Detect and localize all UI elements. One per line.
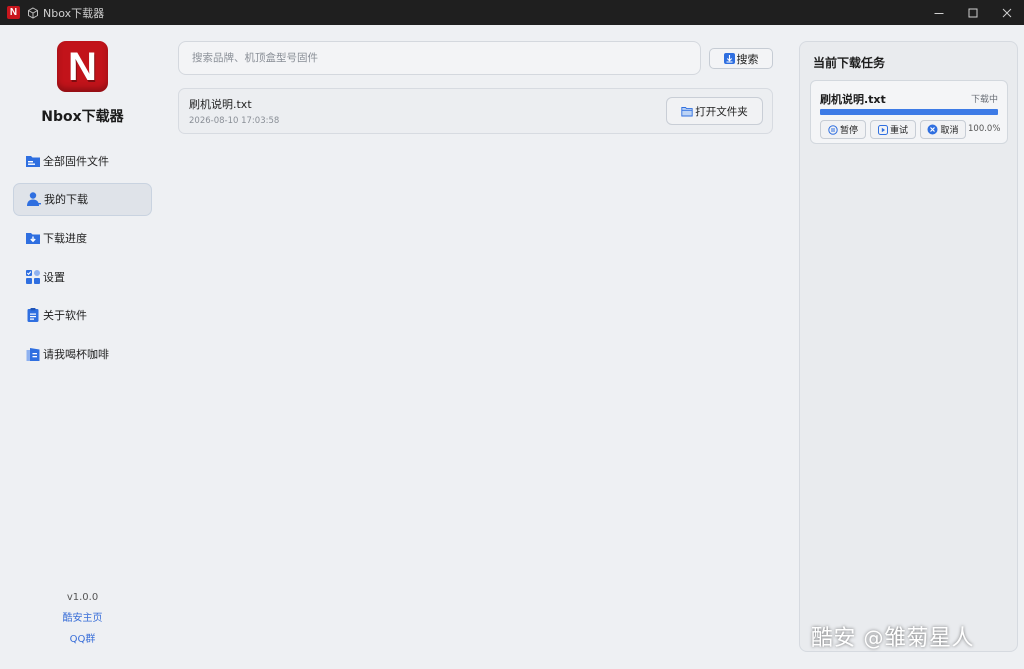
retry-label: 重试 bbox=[889, 126, 908, 136]
progress-fill bbox=[820, 109, 998, 115]
sidebar-item-label: 请我喝杯咖啡 bbox=[43, 347, 109, 361]
play-icon bbox=[877, 124, 888, 135]
search-input[interactable] bbox=[192, 52, 700, 64]
app-icon: N bbox=[7, 6, 20, 19]
download-task-panel: 当前下载任务 刷机说明.txt 下载中 暂停 重试 取消 100.0% bbox=[799, 41, 1018, 652]
open-folder-button[interactable]: 打开文件夹 bbox=[666, 97, 763, 125]
window-controls bbox=[922, 0, 1024, 25]
sidebar-footer: v1.0.0 酷安主页 QQ群 bbox=[0, 591, 165, 654]
maximize-icon bbox=[968, 8, 978, 17]
window-title: Nbox下载器 bbox=[43, 6, 105, 20]
watermark-at: @ bbox=[863, 626, 885, 650]
coolapk-link[interactable]: 酷安主页 bbox=[0, 612, 165, 633]
minimize-button[interactable] bbox=[922, 0, 956, 25]
sidebar-item-download-progress[interactable]: 下载进度 bbox=[13, 221, 152, 254]
coffee-icon bbox=[26, 347, 40, 361]
close-button[interactable] bbox=[990, 0, 1024, 25]
nav-menu: 全部固件文件 我的下载 下载进度 设置 关于软件 请我喝杯咖啡 bbox=[13, 144, 152, 376]
pause-label: 暂停 bbox=[839, 126, 858, 136]
app-logo: N bbox=[57, 41, 108, 92]
watermark-brand: 酷安 bbox=[811, 626, 857, 651]
user-icon bbox=[27, 192, 41, 207]
download-icon bbox=[723, 53, 735, 64]
search-button-label: 搜索 bbox=[736, 52, 759, 66]
sidebar: N Nbox下载器 全部固件文件 我的下载 下载进度 设置 关于软件 请我喝杯咖… bbox=[0, 25, 165, 669]
sidebar-item-my-downloads[interactable]: 我的下载 bbox=[13, 182, 152, 216]
sidebar-item-buy-coffee[interactable]: 请我喝杯咖啡 bbox=[13, 337, 152, 370]
progress-percent: 100.0% bbox=[968, 124, 1001, 134]
cancel-button[interactable]: 取消 bbox=[920, 120, 966, 139]
open-folder-label: 打开文件夹 bbox=[695, 105, 748, 118]
task-card: 刷机说明.txt 下载中 暂停 重试 取消 100.0% bbox=[810, 80, 1008, 144]
sidebar-item-label: 我的下载 bbox=[44, 193, 88, 207]
cancel-icon bbox=[927, 124, 938, 135]
file-time: 2026-08-10 17:03:58 bbox=[189, 116, 280, 126]
minimize-icon bbox=[934, 12, 944, 14]
sidebar-item-label: 设置 bbox=[43, 270, 65, 284]
panel-title: 当前下载任务 bbox=[813, 56, 886, 70]
sidebar-item-label: 关于软件 bbox=[43, 309, 87, 323]
version-label: v1.0.0 bbox=[66, 592, 99, 603]
folder-icon bbox=[26, 155, 40, 167]
watermark: 酷安 @雏菊星人 bbox=[811, 620, 974, 652]
search-box bbox=[178, 41, 701, 75]
progress-bar bbox=[820, 109, 998, 115]
file-card: 刷机说明.txt 2026-08-10 17:03:58 打开文件夹 bbox=[178, 88, 773, 134]
sidebar-item-about[interactable]: 关于软件 bbox=[13, 299, 152, 332]
task-name: 刷机说明.txt bbox=[820, 93, 886, 106]
sidebar-item-label: 全部固件文件 bbox=[43, 154, 109, 168]
title-bar: N Nbox下载器 bbox=[0, 0, 1024, 25]
cube-icon bbox=[28, 6, 38, 19]
download-icon bbox=[26, 232, 40, 244]
qq-group-link[interactable]: QQ群 bbox=[0, 633, 165, 654]
cancel-label: 取消 bbox=[940, 126, 959, 136]
retry-button[interactable]: 重试 bbox=[870, 120, 916, 139]
clipboard-icon bbox=[27, 308, 39, 323]
pause-icon bbox=[828, 124, 838, 135]
search-button[interactable]: 搜索 bbox=[709, 48, 773, 69]
watermark-user: 雏菊星人 bbox=[884, 626, 975, 651]
pause-button[interactable]: 暂停 bbox=[820, 120, 866, 139]
folder-open-icon bbox=[681, 106, 693, 116]
app-name: Nbox下载器 bbox=[41, 109, 124, 125]
logo-letter: N bbox=[68, 44, 97, 89]
close-icon bbox=[1002, 8, 1012, 17]
maximize-button[interactable] bbox=[956, 0, 990, 25]
sidebar-item-settings[interactable]: 设置 bbox=[13, 260, 152, 293]
sidebar-item-all-firmware[interactable]: 全部固件文件 bbox=[13, 144, 152, 177]
sidebar-item-label: 下载进度 bbox=[43, 231, 87, 245]
settings-icon bbox=[26, 269, 40, 284]
file-name: 刷机说明.txt bbox=[189, 98, 252, 111]
task-status: 下载中 bbox=[970, 95, 998, 105]
